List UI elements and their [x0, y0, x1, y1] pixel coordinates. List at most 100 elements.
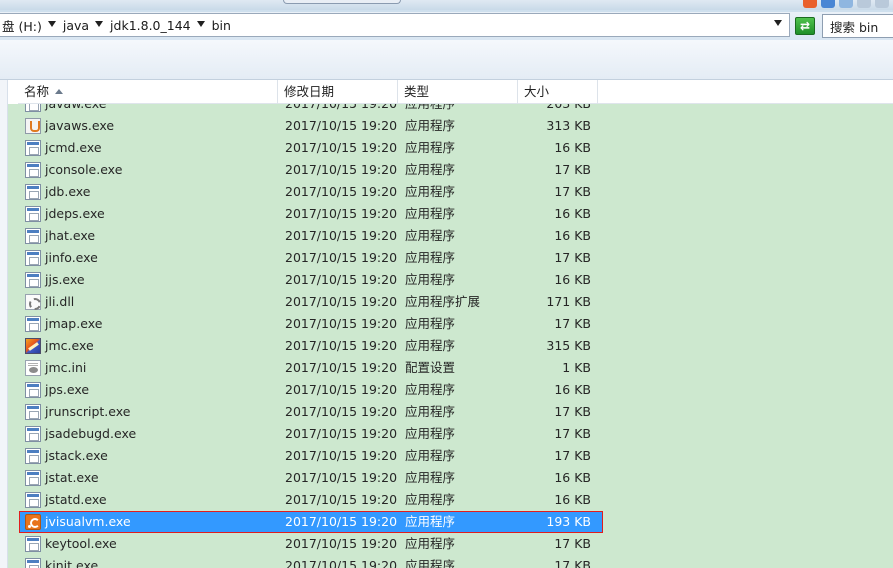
file-name[interactable]: jsadebugd.exe	[45, 423, 136, 445]
file-type: 应用程序	[405, 118, 456, 133]
sort-ascending-icon	[55, 89, 64, 94]
file-name[interactable]: jjs.exe	[45, 269, 85, 291]
file-row[interactable]: jvisualvm.exe 2017/10/15 19:20 应用程序 193 KB	[8, 511, 893, 533]
jmc-icon	[25, 338, 41, 354]
file-modified-date: 2017/10/15 19:20	[285, 426, 398, 441]
column-header-type-label: 类型	[404, 84, 430, 99]
file-modified-date: 2017/10/15 19:20	[285, 162, 398, 177]
exe-icon	[25, 162, 41, 178]
file-row[interactable]: jhat.exe 2017/10/15 19:20 应用程序 16 KB	[8, 225, 893, 247]
file-row[interactable]: keytool.exe 2017/10/15 19:20 应用程序 17 KB	[8, 533, 893, 555]
file-name[interactable]: jmap.exe	[45, 313, 102, 335]
file-name[interactable]: jstatd.exe	[45, 489, 107, 511]
column-header-size[interactable]: 大小	[518, 80, 598, 104]
exe-icon	[25, 492, 41, 508]
file-modified-date: 2017/10/15 19:20	[285, 492, 398, 507]
file-name[interactable]: jstat.exe	[45, 467, 99, 489]
file-size: 313 KB	[546, 118, 591, 133]
file-type: 应用程序	[405, 470, 456, 485]
chevron-down-icon[interactable]	[95, 21, 104, 27]
file-type: 应用程序	[405, 316, 456, 331]
file-modified-date: 2017/10/15 19:20	[285, 514, 398, 529]
file-modified-date: 2017/10/15 19:20	[285, 448, 398, 463]
file-row[interactable]: jconsole.exe 2017/10/15 19:20 应用程序 17 KB	[8, 159, 893, 181]
file-row[interactable]: jjs.exe 2017/10/15 19:20 应用程序 16 KB	[8, 269, 893, 291]
file-name[interactable]: keytool.exe	[45, 533, 117, 555]
file-name[interactable]: jcmd.exe	[45, 137, 102, 159]
file-size: 16 KB	[554, 228, 591, 243]
file-name[interactable]: jdb.exe	[45, 181, 91, 203]
file-type: 应用程序	[405, 250, 456, 265]
toolbar	[0, 40, 893, 80]
search-input[interactable]: 搜索 bin	[822, 14, 893, 38]
file-name[interactable]: jhat.exe	[45, 225, 95, 247]
breadcrumb-bin[interactable]: bin	[212, 18, 231, 33]
file-name[interactable]: jconsole.exe	[45, 159, 122, 181]
breadcrumb-jdk[interactable]: jdk1.8.0_144	[110, 18, 191, 33]
exe-icon	[25, 228, 41, 244]
chevron-down-icon[interactable]	[196, 21, 205, 27]
file-name[interactable]: jvisualvm.exe	[45, 511, 131, 533]
file-size: 17 KB	[554, 250, 591, 265]
file-name[interactable]: jinfo.exe	[45, 247, 98, 269]
file-row[interactable]: jrunscript.exe 2017/10/15 19:20 应用程序 17 KB	[8, 401, 893, 423]
file-row[interactable]: jstat.exe 2017/10/15 19:20 应用程序 16 KB	[8, 467, 893, 489]
tray-ime-icon	[821, 0, 835, 8]
file-type: 应用程序	[405, 228, 456, 243]
file-size: 17 KB	[554, 316, 591, 331]
file-row[interactable]: jps.exe 2017/10/15 19:20 应用程序 16 KB	[8, 379, 893, 401]
file-row[interactable]: jcmd.exe 2017/10/15 19:20 应用程序 16 KB	[8, 137, 893, 159]
file-name[interactable]: jmc.exe	[45, 335, 94, 357]
file-row[interactable]: jsadebugd.exe 2017/10/15 19:20 应用程序 17 KB	[8, 423, 893, 445]
file-name[interactable]: jrunscript.exe	[45, 401, 130, 423]
breadcrumb[interactable]: 盘 (H:) java jdk1.8.0_144 bin	[0, 13, 790, 37]
file-row[interactable]: jli.dll 2017/10/15 19:20 应用程序扩展 171 KB	[8, 291, 893, 313]
file-list-pane: 名称 修改日期 类型 大小 javaw.exe 2017/10/15 19:20 应…	[0, 80, 893, 568]
exe-icon	[25, 272, 41, 288]
file-row[interactable]: jmap.exe 2017/10/15 19:20 应用程序 17 KB	[8, 313, 893, 335]
file-modified-date: 2017/10/15 19:20	[285, 206, 398, 221]
file-name[interactable]: javaw.exe	[45, 104, 106, 115]
file-row[interactable]: jstack.exe 2017/10/15 19:20 应用程序 17 KB	[8, 445, 893, 467]
file-modified-date: 2017/10/15 19:20	[285, 228, 398, 243]
exe-icon	[25, 206, 41, 222]
file-type: 应用程序	[405, 162, 456, 177]
tray-sogou-icon	[803, 0, 817, 8]
exe-icon	[25, 470, 41, 486]
file-row[interactable]: jstatd.exe 2017/10/15 19:20 应用程序 16 KB	[8, 489, 893, 511]
file-name[interactable]: jli.dll	[45, 291, 74, 313]
file-row[interactable]: jmc.exe 2017/10/15 19:20 应用程序 315 KB	[8, 335, 893, 357]
jvisualvm-icon	[25, 514, 41, 530]
file-name[interactable]: jdeps.exe	[45, 203, 105, 225]
file-size: 17 KB	[554, 536, 591, 551]
file-row[interactable]: javaws.exe 2017/10/15 19:20 应用程序 313 KB	[8, 115, 893, 137]
file-row[interactable]: jmc.ini 2017/10/15 19:20 配置设置 1 KB	[8, 357, 893, 379]
file-modified-date: 2017/10/15 19:20	[285, 118, 398, 133]
column-header-type[interactable]: 类型	[398, 80, 518, 104]
file-name[interactable]: jstack.exe	[45, 445, 108, 467]
file-row[interactable]: jdeps.exe 2017/10/15 19:20 应用程序 16 KB	[8, 203, 893, 225]
file-size: 16 KB	[554, 470, 591, 485]
breadcrumb-java[interactable]: java	[63, 18, 89, 33]
breadcrumb-drive[interactable]: 盘 (H:)	[2, 16, 42, 35]
file-type: 应用程序	[405, 184, 456, 199]
file-row[interactable]: kinit.exe 2017/10/15 19:20 应用程序 17 KB	[8, 555, 893, 568]
file-name[interactable]: jps.exe	[45, 379, 89, 401]
file-name[interactable]: kinit.exe	[45, 555, 98, 568]
file-name[interactable]: javaws.exe	[45, 115, 114, 137]
chevron-down-icon[interactable]	[47, 21, 56, 27]
file-type: 应用程序	[405, 338, 456, 353]
file-row[interactable]: javaw.exe 2017/10/15 19:20 应用程序 203 KB	[8, 104, 893, 115]
address-bar: 盘 (H:) java jdk1.8.0_144 bin ⇄ 搜索 bin	[0, 12, 893, 40]
column-header-name[interactable]: 名称	[18, 80, 278, 104]
file-row[interactable]: jdb.exe 2017/10/15 19:20 应用程序 17 KB	[8, 181, 893, 203]
file-modified-date: 2017/10/15 19:20	[285, 140, 398, 155]
file-name[interactable]: jmc.ini	[45, 357, 86, 379]
address-history-dropdown-icon[interactable]	[774, 20, 782, 26]
file-modified-date: 2017/10/15 19:20	[285, 536, 398, 551]
refresh-button[interactable]: ⇄	[795, 17, 815, 35]
exe-icon	[25, 448, 41, 464]
column-header-date[interactable]: 修改日期	[278, 80, 398, 104]
file-list: javaw.exe2017/10/15 19:20应用程序203 KBjavaw…	[8, 104, 893, 568]
file-row[interactable]: jinfo.exe 2017/10/15 19:20 应用程序 17 KB	[8, 247, 893, 269]
